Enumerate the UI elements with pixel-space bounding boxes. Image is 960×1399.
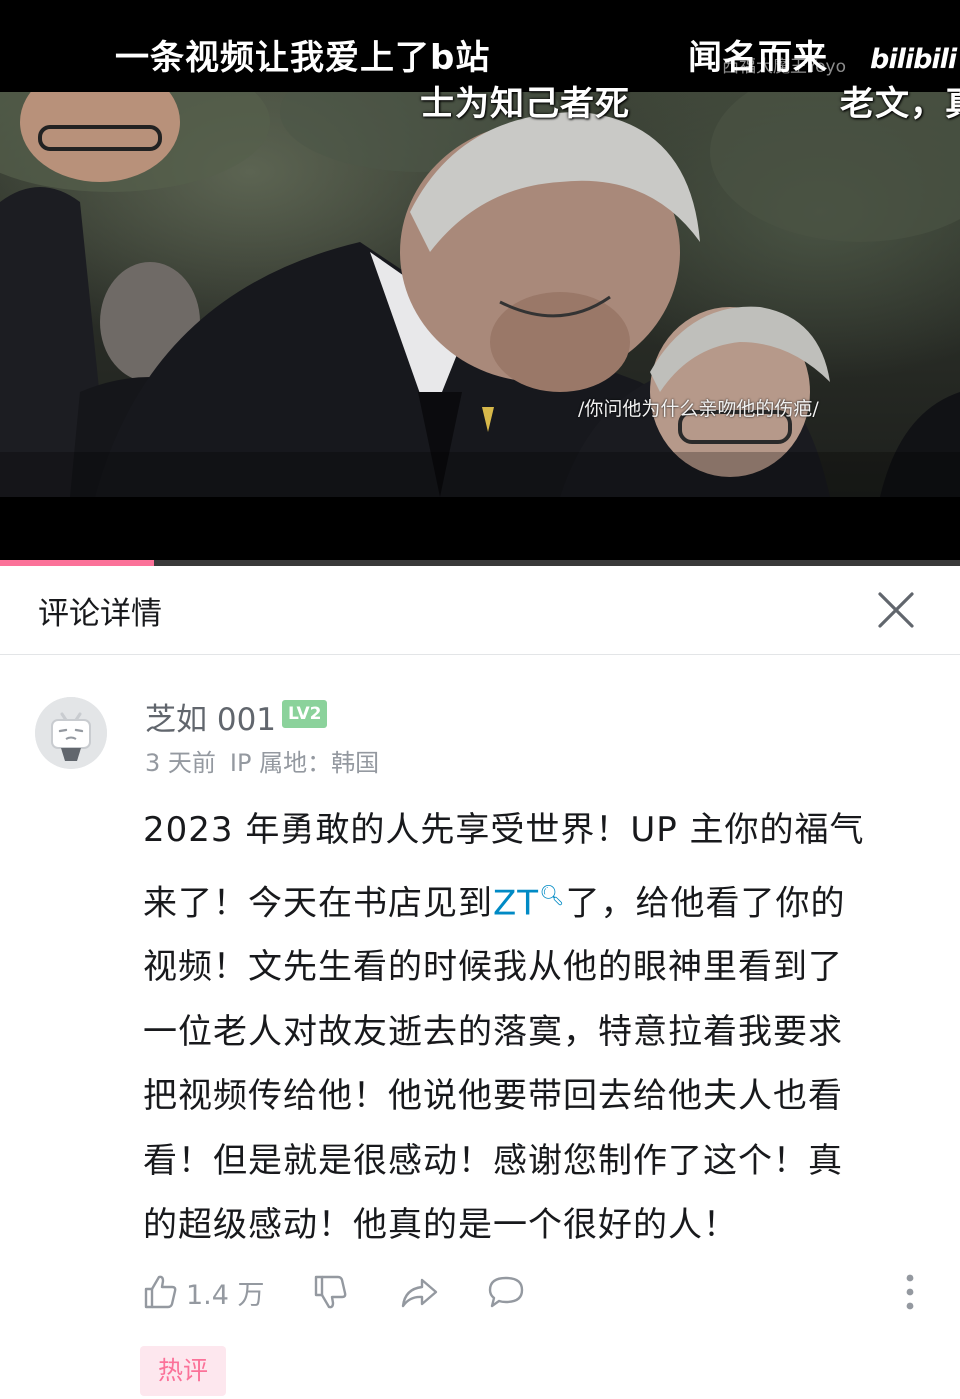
comment-line: 2023 年勇敢的人先享受世界！UP 主你的福气	[143, 810, 865, 850]
thumbs-down-icon	[314, 1275, 347, 1309]
danmaku-comment: 老文，真	[840, 84, 960, 124]
dislike-button[interactable]	[310, 1262, 350, 1322]
comment-time: 3 天前	[145, 749, 216, 777]
bilibili-logo: bilibili	[870, 44, 957, 75]
comment-username[interactable]: 芝如 001	[145, 694, 276, 739]
comment-line: 一位老人对故友逝去的落寞，特意拉着我要求	[143, 1011, 843, 1052]
share-arrow-icon	[401, 1278, 438, 1308]
comment-action-bar: 1.4 万	[140, 1262, 930, 1322]
video-frame[interactable]: /你问他为什么亲吻他的伤疤/	[0, 92, 960, 497]
video-subtitle-caption: /你问他为什么亲吻他的伤疤/	[578, 398, 819, 420]
comment-ip-location: IP 属地：韩国	[229, 749, 380, 777]
uploader-watermark: 西福大魔王Yoyo	[722, 57, 846, 77]
comment-meta: 3 天前 IP 属地：韩国	[145, 743, 393, 778]
more-options-button[interactable]	[895, 1270, 925, 1314]
comment-line: 看！但是就是很感动！感谢您制作了这个！真	[143, 1140, 843, 1181]
like-count: 1.4 万	[186, 1279, 265, 1311]
vertical-ellipsis-icon	[906, 1274, 914, 1310]
search-icon[interactable]: 🔍︎	[539, 883, 565, 907]
avatar[interactable]	[35, 697, 107, 769]
comment-line: 来了！今天在书店见到ZT🔍︎了，给他看了你的	[143, 863, 913, 936]
danmaku-comment: 士为知己者死	[420, 84, 630, 124]
panel-title: 评论详情	[38, 596, 162, 632]
danmaku-comment: 一条视频让我爱上了b站	[115, 38, 491, 78]
close-button[interactable]	[872, 586, 920, 634]
like-button[interactable]: 1.4 万	[140, 1262, 265, 1322]
comment-line: 的超级感动！他真的是一个很好的人！	[143, 1205, 738, 1246]
reply-button[interactable]	[485, 1262, 527, 1322]
thumbs-up-icon	[144, 1275, 177, 1309]
user-level-badge: LV2	[282, 700, 328, 728]
share-button[interactable]	[398, 1262, 440, 1322]
video-player[interactable]: /你问他为什么亲吻他的伤疤/ 一条视频让我爱上了b站 闻名而来 士为知己者死 老…	[0, 0, 960, 566]
comment-line: 视频！文先生看的时候我从他的眼神里看到了	[143, 947, 843, 988]
search-keyword-link[interactable]: ZT	[493, 883, 539, 923]
default-tv-avatar-icon	[35, 697, 107, 769]
comment-line-text: 了，给他看了你的	[565, 882, 846, 923]
comment-detail-header: 评论详情	[0, 566, 960, 655]
comment-line-text: 来了！今天在书店见到	[143, 882, 493, 923]
hot-comment-badge: 热评	[140, 1346, 227, 1396]
comment-text: 2023 年勇敢的人先享受世界！UP 主你的福气 来了！今天在书店见到ZT🔍︎了…	[143, 798, 913, 1258]
comment-line: 把视频传给他！他说他要带回去给他夫人也看	[143, 1076, 843, 1117]
close-icon	[878, 592, 914, 628]
video-scene-illustration	[0, 92, 960, 497]
comment-bubble-icon	[488, 1276, 524, 1308]
